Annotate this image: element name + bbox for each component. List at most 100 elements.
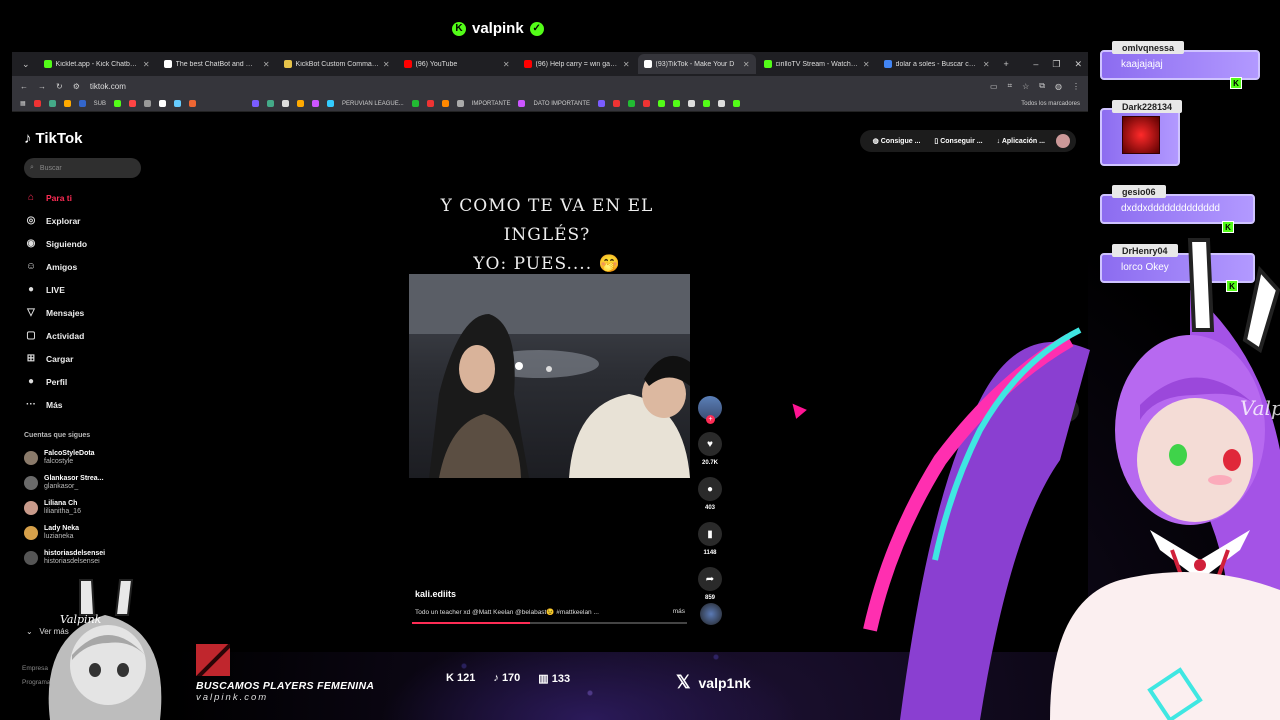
description-more-button[interactable]: más: [673, 608, 685, 616]
sidebar-item-profile[interactable]: ● Perfil: [24, 370, 154, 393]
browser-tab[interactable]: (93)TikTok - Make Your D ✕: [637, 54, 756, 74]
bookmark-icon[interactable]: [63, 100, 71, 107]
bookmark-icon[interactable]: [159, 100, 167, 107]
url-field[interactable]: tiktok.com: [90, 82, 980, 91]
minimize-button[interactable]: –: [1027, 59, 1044, 69]
sidebar-item-home[interactable]: ⌂ Para ti: [24, 186, 154, 209]
bookmark-icon[interactable]: [703, 100, 711, 107]
sidebar-item-activity[interactable]: ▢ Actividad: [24, 324, 154, 347]
browser-tab[interactable]: The best ChatBot and Widge ✕: [158, 54, 276, 74]
bookmark-icon[interactable]: [673, 100, 681, 107]
sidebar-item-more[interactable]: ··· Más: [24, 393, 154, 416]
user-avatar[interactable]: [1056, 134, 1070, 148]
desktop-app-button[interactable]: ↓ Aplicación ...: [990, 138, 1052, 145]
bookmark-icon[interactable]: [129, 100, 137, 107]
bookmark-icon[interactable]: [189, 100, 197, 107]
sidebar-item-messages[interactable]: ▽ Mensajes: [24, 301, 154, 324]
tab-search-icon[interactable]: ⌄: [16, 59, 36, 70]
browser-tab[interactable]: (96) Help carry = win game ✕: [518, 54, 636, 74]
bookmark-icon[interactable]: [411, 100, 419, 107]
followed-account[interactable]: FalcoStyleDota falcostyle: [24, 445, 144, 470]
bookmark-icon[interactable]: [426, 100, 434, 107]
bookmark-icon[interactable]: [598, 100, 606, 107]
followed-account[interactable]: Glankasor Strea... glankasor_: [24, 470, 144, 495]
bookmark-icon[interactable]: [78, 100, 86, 107]
bookmark-icon[interactable]: [282, 100, 290, 107]
search-input[interactable]: ⌕ Buscar: [24, 158, 141, 178]
sidebar-item-upload[interactable]: ⊞ Cargar: [24, 347, 154, 370]
get-app-button[interactable]: ▯ Conseguir ...: [927, 137, 989, 145]
all-bookmarks-folder[interactable]: Todos los marcadores: [1021, 101, 1080, 107]
star-icon[interactable]: ☆: [1022, 82, 1029, 91]
kebab-menu-icon[interactable]: ⋮: [1072, 82, 1080, 91]
video-author[interactable]: kali.ediits: [415, 589, 456, 599]
followed-account[interactable]: Liliana Ch lilianitha_16: [24, 495, 144, 520]
save-button[interactable]: ▮: [698, 522, 722, 546]
close-window-button[interactable]: ✕: [1068, 59, 1088, 70]
bookmark-icon[interactable]: [628, 100, 636, 107]
bookmark-icon[interactable]: [688, 100, 696, 107]
install-icon[interactable]: ▭: [990, 82, 998, 91]
comment-button[interactable]: ●: [698, 477, 722, 501]
bookmark-icon[interactable]: [733, 100, 741, 107]
tab-close-icon[interactable]: ✕: [623, 60, 630, 69]
bookmark-icon[interactable]: [658, 100, 666, 107]
bookmark-icon[interactable]: [174, 100, 182, 107]
music-disc-icon[interactable]: [700, 603, 722, 625]
bookmark-icon[interactable]: [312, 100, 320, 107]
get-coins-button[interactable]: ◍ Consigue ...: [866, 137, 928, 145]
tiktok-logo[interactable]: ♪ TikTok: [24, 130, 82, 147]
back-icon[interactable]: ←: [20, 82, 28, 91]
like-button[interactable]: ♥: [698, 432, 722, 456]
site-info-icon[interactable]: ⚙: [73, 82, 80, 91]
tab-close-icon[interactable]: ✕: [383, 60, 390, 69]
browser-tab[interactable]: (96) YouTube ✕: [398, 54, 516, 74]
bookmark-importante[interactable]: IMPORTANTE: [472, 101, 511, 107]
tab-close-icon[interactable]: ✕: [743, 60, 750, 69]
bookmark-icon[interactable]: [114, 100, 122, 107]
bookmark-icon[interactable]: [144, 100, 152, 107]
bookmark-icon[interactable]: [267, 100, 275, 107]
sidebar-item-following[interactable]: ◉ Siguiendo: [24, 232, 154, 255]
bookmark-dato-importante[interactable]: DATO IMPORTANTE: [533, 101, 590, 107]
sidebar-item-friends[interactable]: ☺ Amigos: [24, 255, 154, 278]
bookmark-sub[interactable]: SUB: [94, 101, 106, 107]
translate-icon[interactable]: ⌗: [1008, 81, 1013, 91]
bookmark-icon[interactable]: [613, 100, 621, 107]
sidebar-item-compass[interactable]: ◎ Explorar: [24, 209, 154, 232]
followed-account[interactable]: Lady Neka luzianeka: [24, 520, 144, 545]
bookmark-peruvian-league[interactable]: PERUVIAN LEAGUE...: [342, 101, 404, 107]
forward-icon[interactable]: →: [38, 82, 46, 91]
bookmarks-apps-icon[interactable]: ▦: [20, 100, 26, 107]
video-progress-bar[interactable]: [412, 622, 687, 624]
bookmark-icon[interactable]: [456, 100, 464, 107]
follow-plus-icon[interactable]: +: [706, 415, 715, 424]
tab-close-icon[interactable]: ✕: [983, 60, 990, 69]
tab-close-icon[interactable]: ✕: [863, 60, 870, 69]
browser-tab[interactable]: cirilloTV Stream - Watch Live ✕: [758, 54, 876, 74]
tab-close-icon[interactable]: ✕: [503, 60, 510, 69]
bookmark-icon[interactable]: [297, 100, 305, 107]
bookmark-icon[interactable]: [48, 100, 56, 107]
share-button[interactable]: ➦: [698, 567, 722, 591]
reload-icon[interactable]: ↻: [56, 82, 63, 91]
tab-close-icon[interactable]: ✕: [263, 60, 270, 69]
bookmark-icon[interactable]: [643, 100, 651, 107]
browser-tab[interactable]: Kicklet.app - Kick Chatbot an ✕: [38, 54, 156, 74]
new-tab-button[interactable]: +: [998, 59, 1015, 69]
bookmark-icon[interactable]: [718, 100, 726, 107]
followed-account[interactable]: historiasdelsensei historiasdelsensei: [24, 545, 144, 570]
browser-tab[interactable]: dolar a soles - Buscar con Go ✕: [878, 54, 996, 74]
tab-close-icon[interactable]: ✕: [143, 60, 150, 69]
extensions-icon[interactable]: ⧉: [1039, 81, 1045, 91]
bookmark-icon[interactable]: [518, 100, 526, 107]
bookmark-icon[interactable]: [252, 100, 260, 107]
browser-tab[interactable]: KickBot Custom Commands ✕: [278, 54, 396, 74]
bookmark-icon[interactable]: [327, 100, 335, 107]
bookmark-icon[interactable]: [33, 100, 41, 107]
sidebar-item-live[interactable]: ● LIVE: [24, 278, 154, 301]
video-player[interactable]: [409, 274, 690, 478]
restore-button[interactable]: ❐: [1046, 59, 1066, 70]
profile-menu-icon[interactable]: ◍: [1055, 82, 1062, 91]
bookmark-icon[interactable]: [441, 100, 449, 107]
